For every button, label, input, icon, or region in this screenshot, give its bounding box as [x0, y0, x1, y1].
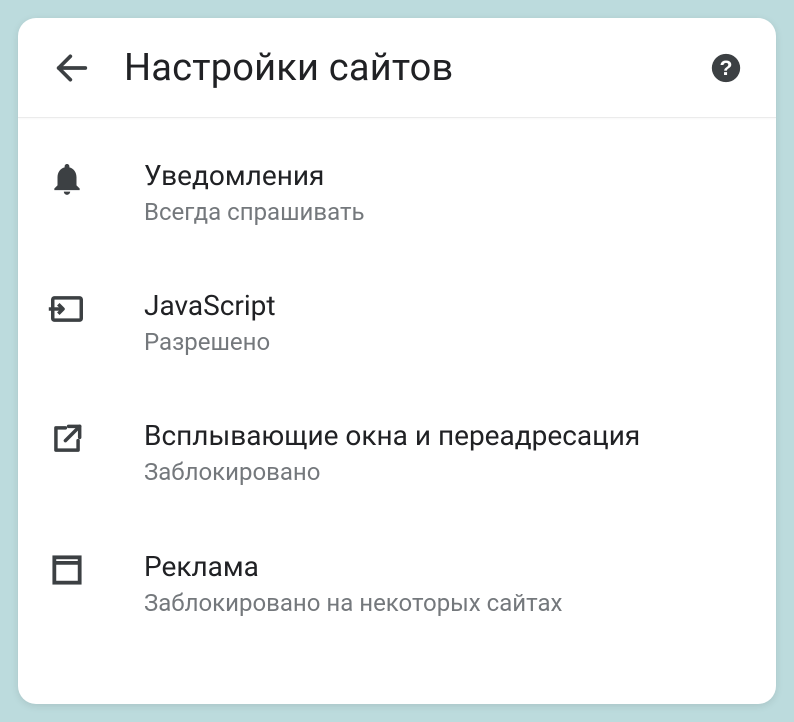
- arrow-left-icon: [52, 48, 92, 88]
- setting-title: Уведомления: [144, 158, 748, 193]
- setting-subtitle: Разрешено: [144, 327, 748, 358]
- settings-list: Уведомления Всегда спрашивать JavaScript…: [18, 118, 776, 704]
- settings-card: Настройки сайтов ? Уведомления Всегда сп…: [18, 18, 776, 704]
- setting-title: Реклама: [144, 549, 748, 584]
- page-title: Настройки сайтов: [124, 46, 704, 90]
- setting-popups[interactable]: Всплывающие окна и переадресация Заблоки…: [18, 388, 776, 518]
- setting-notifications[interactable]: Уведомления Всегда спрашивать: [18, 128, 776, 258]
- help-icon: ?: [709, 51, 743, 85]
- setting-subtitle: Всегда спрашивать: [144, 197, 748, 228]
- popup-icon: [42, 418, 144, 458]
- javascript-icon: [42, 288, 144, 328]
- header-bar: Настройки сайтов ?: [18, 18, 776, 118]
- setting-subtitle: Заблокировано: [144, 457, 748, 488]
- setting-title: JavaScript: [144, 288, 748, 323]
- setting-ads[interactable]: Реклама Заблокировано на некоторых сайта…: [18, 519, 776, 649]
- bell-icon: [42, 158, 144, 198]
- outer-background: Настройки сайтов ? Уведомления Всегда сп…: [0, 0, 794, 722]
- back-button[interactable]: [38, 34, 106, 102]
- help-button[interactable]: ?: [704, 46, 748, 90]
- setting-javascript[interactable]: JavaScript Разрешено: [18, 258, 776, 388]
- setting-subtitle: Заблокировано на некоторых сайтах: [144, 588, 748, 619]
- setting-title: Всплывающие окна и переадресация: [144, 418, 748, 453]
- ads-icon: [42, 549, 144, 589]
- svg-text:?: ?: [720, 56, 733, 80]
